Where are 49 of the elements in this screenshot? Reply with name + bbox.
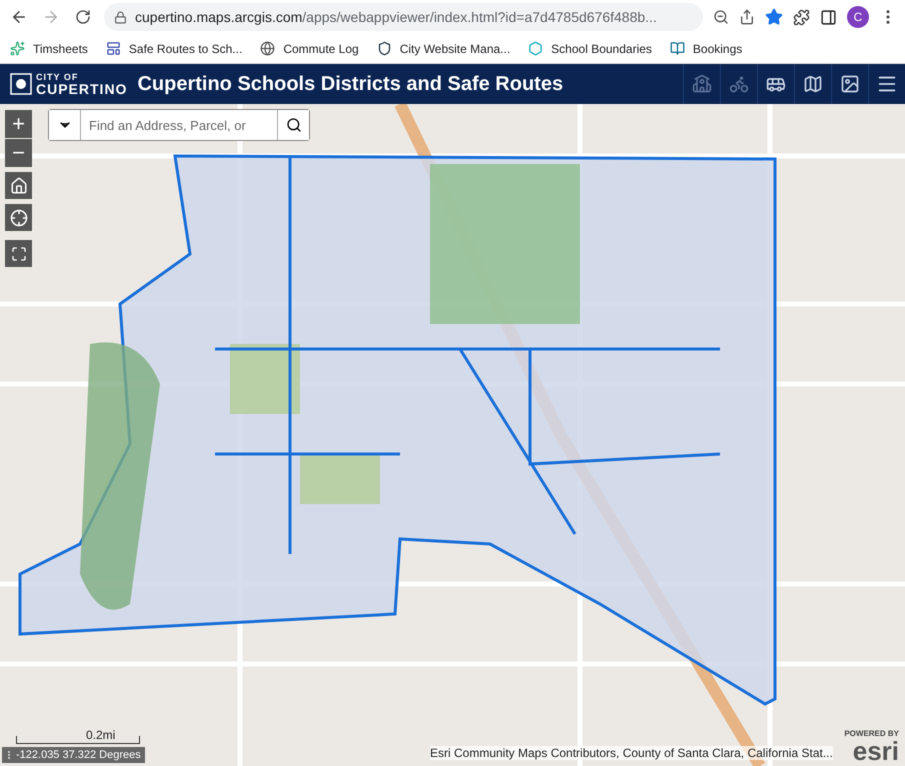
search-field[interactable]: Find an Address, Parcel, or <box>48 109 310 141</box>
layout-icon <box>106 41 121 56</box>
school-icon <box>692 74 712 94</box>
zoom-out-button[interactable]: − <box>5 139 32 167</box>
globe-icon <box>260 41 276 56</box>
address-bar[interactable]: cupertino.maps.arcgis.com/apps/webappviewer/index.html?id=a7d4785d676f488b... <box>104 3 703 31</box>
bookmark[interactable]: School Boundaries <box>528 41 652 56</box>
crosshair-icon <box>10 208 28 226</box>
esri-logo-text: esri <box>852 738 899 764</box>
city-seal-icon <box>10 73 32 95</box>
shield-icon <box>376 41 392 56</box>
extensions-icon[interactable] <box>793 8 810 26</box>
back-icon[interactable] <box>10 8 28 26</box>
logo-text: CUPERTINO <box>36 82 128 96</box>
bookmark[interactable]: City Website Mana... <box>376 41 510 56</box>
locate-button[interactable] <box>5 204 32 231</box>
side-panel-icon[interactable] <box>820 8 837 26</box>
grip-icon <box>6 750 12 760</box>
sparkle-icon <box>10 41 25 56</box>
lock-icon <box>114 10 127 24</box>
search-icon <box>286 117 302 133</box>
search-button[interactable] <box>277 110 309 140</box>
star-icon[interactable] <box>765 8 783 26</box>
bookmark[interactable]: Safe Routes to Sch... <box>106 41 242 56</box>
home-icon <box>10 176 28 194</box>
book-icon <box>670 41 685 56</box>
zoom-in-button[interactable]: + <box>5 110 32 138</box>
home-button[interactable] <box>5 172 32 199</box>
scale-label: 0.2mi <box>86 728 116 742</box>
map-drawing[interactable] <box>0 104 905 766</box>
bookmark[interactable]: Commute Log <box>260 41 359 56</box>
reload-icon[interactable] <box>75 9 91 25</box>
bicycle-icon <box>729 74 749 94</box>
powered-by-text: POWERED BY <box>844 730 899 738</box>
zoom-out-icon[interactable] <box>713 9 729 25</box>
map-icon <box>803 74 823 94</box>
search-dropdown-button[interactable] <box>49 110 81 140</box>
logo-text: CITY OF <box>36 72 80 82</box>
share-icon[interactable] <box>739 9 755 25</box>
bookmark[interactable]: Timsheets <box>10 41 88 56</box>
profile-avatar[interactable]: C <box>847 6 869 28</box>
fullscreen-icon <box>10 246 26 262</box>
coordinates-text: -122.035 37.322 Degrees <box>16 749 141 761</box>
attribution-text: Esri Community Maps Contributors, County of Santa Clara, California Stat... <box>430 746 833 760</box>
app-title: Cupertino Schools Districts and Safe Routes <box>137 72 564 96</box>
bookmark[interactable]: Bookings <box>670 41 742 56</box>
fullscreen-button[interactable] <box>5 240 32 267</box>
image-icon <box>840 74 860 94</box>
hexagon-icon <box>528 41 544 56</box>
